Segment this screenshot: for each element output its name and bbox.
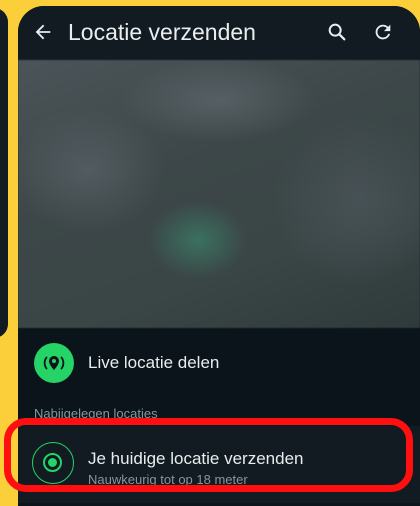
- live-location-label: Live locatie delen: [88, 353, 220, 372]
- arrow-left-icon[interactable]: [32, 21, 54, 43]
- current-location-label: Je huidige locatie verzenden: [88, 449, 304, 468]
- current-location-icon: [32, 442, 74, 484]
- search-icon[interactable]: [326, 21, 348, 43]
- refresh-icon[interactable]: [372, 21, 394, 43]
- location-accuracy: Nauwkeurig tot op 18 meter: [88, 472, 248, 487]
- phone-screen: Locatie verzenden Live locatie delen Nab…: [18, 6, 420, 506]
- live-location-row[interactable]: Live locatie delen: [18, 328, 420, 400]
- nearby-section-label: Nabijgelegen locaties: [34, 406, 158, 421]
- page-title: Locatie verzenden: [68, 19, 256, 45]
- background-screen-edge: [0, 8, 8, 338]
- send-current-location-row[interactable]: Je huidige locatie verzenden Nauwkeurig …: [18, 426, 420, 503]
- map-view[interactable]: [18, 60, 420, 328]
- live-location-icon: [34, 343, 74, 383]
- app-bar: Locatie verzenden: [18, 6, 420, 60]
